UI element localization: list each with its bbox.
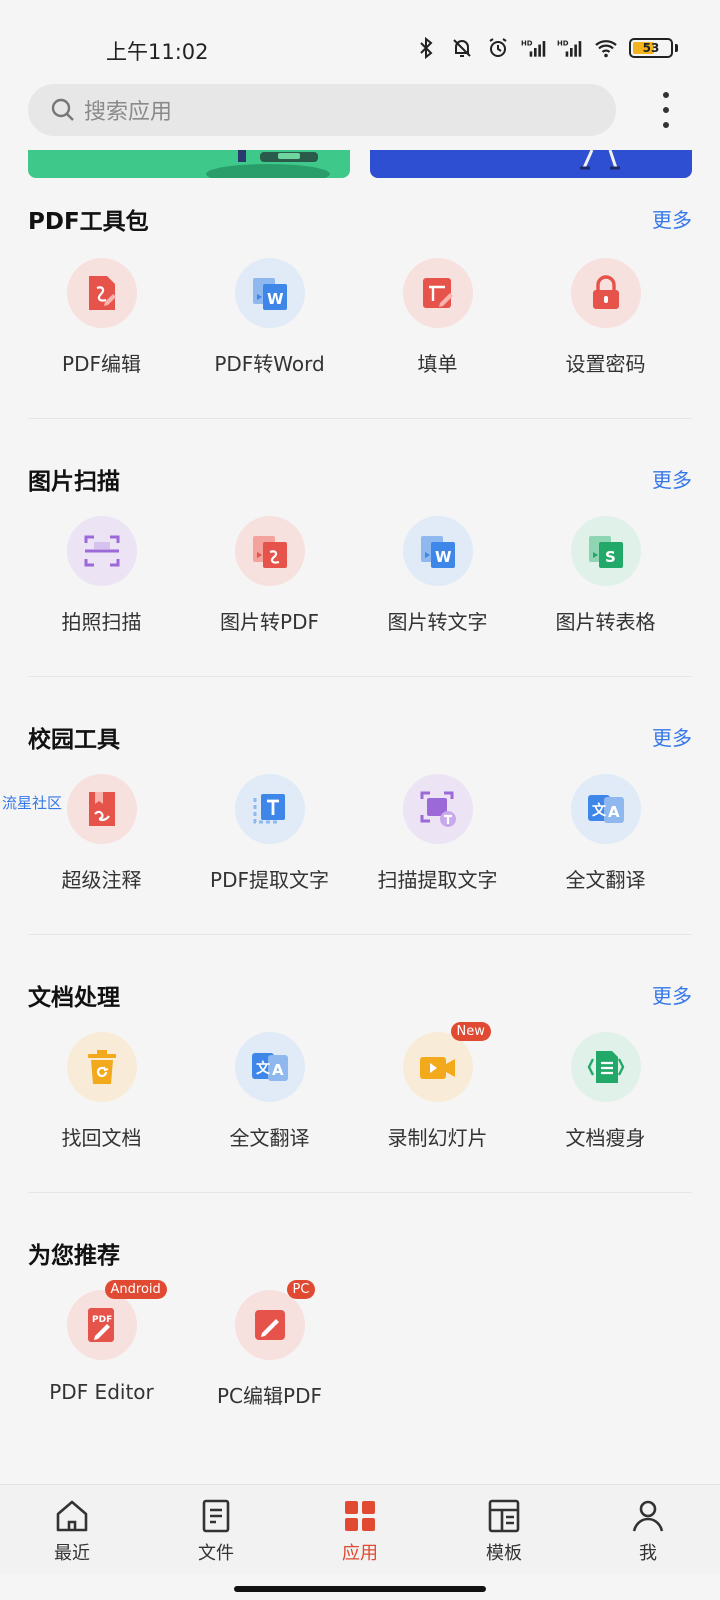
divider — [28, 676, 692, 677]
more-link[interactable]: 更多 — [652, 980, 692, 1009]
tool-pdf-edit[interactable]: PDF编辑 — [16, 258, 187, 377]
tool-full-translate-2[interactable]: 文A 全文翻译 — [184, 1032, 355, 1151]
pdf-edit-icon — [88, 276, 116, 310]
svg-text:S: S — [605, 548, 616, 566]
search-placeholder: 搜索应用 — [84, 100, 173, 125]
svg-text:文: 文 — [256, 1060, 271, 1077]
profile-icon — [632, 1500, 664, 1532]
record-slides-icon — [419, 1057, 455, 1079]
divider — [28, 934, 692, 935]
battery-level: 53 — [642, 41, 660, 55]
watermark-text: 流星社区 — [2, 794, 63, 812]
svg-text:HD: HD — [521, 39, 533, 47]
pdf-editor-app-icon: PDF — [87, 1308, 114, 1342]
tool-recover-doc[interactable]: 找回文档 — [16, 1032, 187, 1151]
tool-pdf-editor-app[interactable]: PDF Android PDF Editor — [16, 1280, 187, 1404]
banner-right[interactable] — [370, 150, 692, 178]
mute-bell-icon — [453, 39, 471, 57]
divider — [28, 1192, 692, 1193]
image-to-pdf-icon — [252, 536, 287, 568]
recover-doc-icon — [87, 1050, 116, 1084]
template-icon — [488, 1499, 520, 1533]
image-to-text-icon: W — [420, 536, 455, 568]
more-link[interactable]: 更多 — [652, 722, 692, 751]
tool-scan-extract-text[interactable]: 扫描提取文字 — [352, 774, 523, 893]
fill-form-icon — [422, 278, 453, 308]
svg-text:A: A — [608, 803, 620, 821]
tool-full-translate[interactable]: 文A 全文翻译 — [520, 774, 691, 893]
annotate-icon — [88, 792, 115, 826]
tool-set-password[interactable]: 设置密码 — [520, 258, 691, 377]
svg-text:PDF: PDF — [92, 1315, 112, 1325]
android-badge: Android — [104, 1280, 167, 1299]
more-options-icon[interactable] — [658, 92, 674, 128]
tool-fill-form[interactable]: 填单 — [352, 258, 523, 377]
more-link[interactable]: 更多 — [652, 204, 692, 233]
banner-left-art — [206, 150, 330, 178]
svg-text:文: 文 — [592, 802, 607, 819]
signal-icon-2: HD — [557, 39, 582, 57]
banner-left[interactable] — [28, 150, 350, 178]
section-title: 图片扫描 — [28, 469, 120, 495]
tool-pdf-to-word[interactable]: W PDF转Word — [184, 258, 355, 377]
alarm-icon — [489, 38, 507, 57]
translate-icon: 文A — [251, 1053, 288, 1081]
search-icon — [51, 98, 74, 121]
tool-doc-slim[interactable]: 文档瘦身 — [520, 1032, 691, 1151]
tool-pc-edit-pdf[interactable]: PC PC编辑PDF — [184, 1280, 355, 1409]
tool-grid: 拍照扫描 图片转PDF W 图片转文字 S 图片转表格 — [0, 510, 720, 660]
battery-icon: 53 — [629, 38, 673, 58]
pc-edit-pdf-icon — [254, 1310, 285, 1340]
translate-icon: 文A — [587, 795, 624, 823]
nav-item-files[interactable]: 文件 — [144, 1485, 288, 1574]
svg-text:W: W — [267, 290, 284, 308]
bluetooth-icon — [420, 36, 433, 60]
wifi-icon — [595, 40, 617, 58]
tool-pdf-extract-text[interactable]: PDF提取文字 — [184, 774, 355, 893]
tool-image-to-pdf[interactable]: 图片转PDF — [184, 516, 355, 635]
tool-photo-scan[interactable]: 拍照扫描 — [16, 516, 187, 635]
nav-item-me[interactable]: 我 — [576, 1485, 720, 1574]
signal-icon-1: HD — [521, 39, 546, 57]
svg-text:A: A — [272, 1061, 284, 1079]
lock-icon — [592, 275, 619, 309]
status-time: 上午11:02 — [106, 40, 209, 64]
section-title: 为您推荐 — [28, 1243, 120, 1269]
status-bar: 上午11:02 HD HD 53 — [0, 0, 720, 76]
doc-slim-icon — [587, 1051, 624, 1083]
pdf-to-word-icon: W — [252, 278, 287, 310]
tool-image-to-table[interactable]: S 图片转表格 — [520, 516, 691, 635]
section-title: 文档处理 — [28, 985, 120, 1011]
image-to-table-icon: S — [588, 536, 623, 568]
nav-item-recent[interactable]: 最近 — [0, 1485, 144, 1574]
pc-badge: PC — [286, 1280, 316, 1299]
svg-text:W: W — [435, 548, 452, 566]
svg-text:HD: HD — [557, 39, 569, 47]
tool-grid: 找回文档 文A 全文翻译 New 录制幻灯片 文档瘦身 — [0, 1022, 720, 1176]
section-title: 校园工具 — [28, 727, 120, 753]
file-icon — [202, 1499, 230, 1533]
home-indicator[interactable] — [234, 1586, 486, 1592]
status-icons: HD HD 53 — [413, 36, 678, 60]
extract-text-icon — [253, 794, 285, 824]
search-bar[interactable]: 搜索应用 — [28, 84, 616, 136]
more-link[interactable]: 更多 — [652, 464, 692, 493]
new-badge: New — [450, 1022, 491, 1041]
battery-cap — [675, 44, 678, 52]
tool-grid: 超级注释 PDF提取文字 扫描提取文字 文A 全文翻译 — [0, 768, 720, 918]
scan-extract-icon — [420, 791, 456, 827]
home-icon — [56, 1500, 88, 1532]
scan-icon — [84, 535, 119, 567]
divider — [28, 418, 692, 419]
banner-right-art — [580, 150, 620, 170]
tool-record-slides[interactable]: New 录制幻灯片 — [352, 1022, 523, 1151]
tool-grid: PDF编辑 W PDF转Word 填单 设置密码 — [0, 250, 720, 400]
bottom-nav: 最近 文件 应用 模板 我 — [0, 1484, 720, 1574]
nav-item-apps[interactable]: 应用 — [288, 1485, 432, 1574]
tool-image-to-text[interactable]: W 图片转文字 — [352, 516, 523, 635]
section-title: PDF工具包 — [28, 209, 149, 235]
tool-grid: PDF Android PDF Editor PC PC编辑PDF — [0, 1280, 720, 1434]
nav-item-templates[interactable]: 模板 — [432, 1485, 576, 1574]
apps-icon — [345, 1501, 375, 1531]
